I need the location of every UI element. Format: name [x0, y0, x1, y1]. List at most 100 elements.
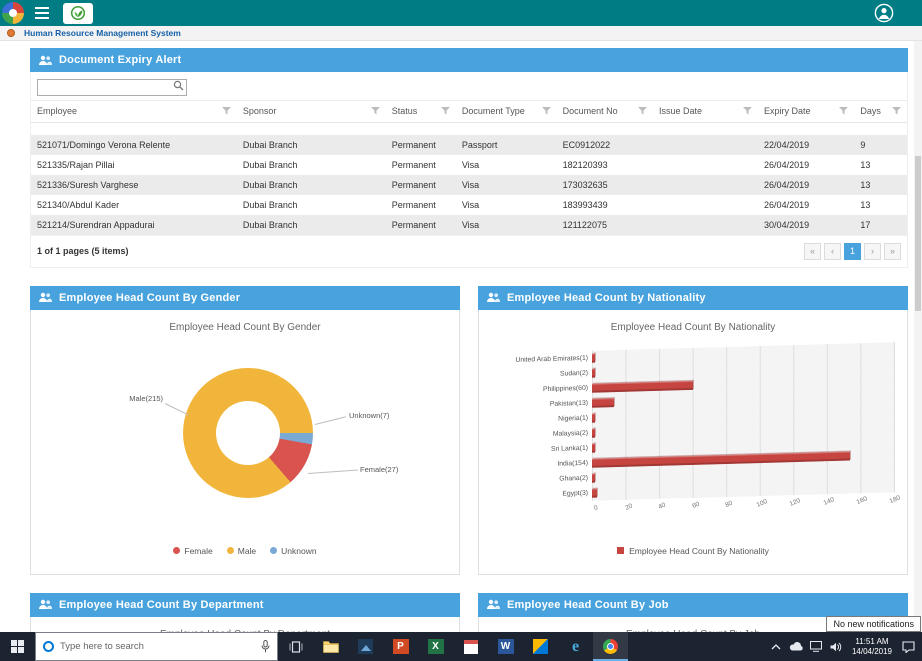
- nationality-legend[interactable]: Employee Head Count By Nationality: [479, 546, 907, 556]
- table-cell: 17: [860, 219, 871, 230]
- windows-logo-icon: [11, 640, 24, 653]
- column-header-issue-date[interactable]: Issue Date: [653, 101, 758, 122]
- bar[interactable]: [592, 488, 598, 498]
- bar[interactable]: [592, 397, 614, 408]
- volume-icon[interactable]: [826, 642, 846, 652]
- bar-category-label: Sudan(2): [560, 369, 588, 378]
- hamburger-menu-icon[interactable]: [35, 4, 57, 22]
- column-header-status[interactable]: Status: [386, 101, 456, 122]
- column-header-sponsor[interactable]: Sponsor: [237, 101, 386, 122]
- table-search-row: [31, 72, 907, 100]
- filter-icon[interactable]: [743, 107, 753, 115]
- table-cell: 26/04/2019: [764, 179, 810, 190]
- pinned-app-icon[interactable]: [523, 632, 558, 661]
- table-row[interactable]: 521071/Domingo Verona Relente Dubai Branc…: [31, 134, 907, 155]
- axis-tick-label: 0: [593, 503, 599, 512]
- bar[interactable]: [592, 428, 596, 438]
- calendar-glyph: [463, 639, 478, 654]
- bar[interactable]: [592, 443, 595, 453]
- pager-first-button[interactable]: «: [804, 242, 821, 260]
- word-glyph: [497, 639, 514, 654]
- column-header-employee[interactable]: Employee: [31, 101, 237, 122]
- pager: « ‹ 1 › »: [801, 242, 901, 260]
- filter-icon[interactable]: [370, 107, 380, 115]
- edge-icon[interactable]: [558, 632, 593, 661]
- column-header-expiry-date[interactable]: Expiry Date: [758, 101, 854, 122]
- windows-taskbar: Type here to search P X W e 11:51 AM 14/…: [0, 632, 922, 661]
- table-search-input[interactable]: [37, 78, 187, 96]
- bar[interactable]: [592, 353, 595, 363]
- column-header-document-type[interactable]: Document Type: [456, 101, 557, 122]
- column-header-document-no[interactable]: Document No: [557, 101, 653, 122]
- table-cell: 22/04/2019: [764, 139, 810, 150]
- gender-chart-title: Employee Head Count By Gender: [169, 321, 321, 333]
- app-title: Human Resource Management System: [24, 28, 181, 38]
- excel-icon[interactable]: [418, 632, 453, 661]
- nationality-panel-header: Employee Head Count by Nationality: [478, 285, 908, 310]
- gender-donut-chart[interactable]: [183, 367, 313, 498]
- onedrive-icon[interactable]: [786, 642, 806, 651]
- pagination-bar: 1 of 1 pages (5 items) « ‹ 1 › »: [31, 234, 907, 267]
- bar[interactable]: [592, 368, 596, 378]
- panel-title: Employee Head Count By Department: [59, 598, 264, 611]
- bar-category-label: United Arab Emirates(1): [515, 354, 588, 364]
- windows-start-button[interactable]: [0, 632, 35, 661]
- clock-date: 14/04/2019: [851, 646, 892, 656]
- people-icon: [38, 55, 52, 66]
- table-filter-row: [31, 122, 907, 135]
- filter-icon[interactable]: [541, 107, 551, 115]
- table-cell: 13: [860, 179, 871, 190]
- photos-app-icon[interactable]: [348, 632, 383, 661]
- table-cell: Visa: [461, 199, 480, 210]
- pie-label-unknown: Unknown(7): [349, 410, 390, 420]
- legend-item-male[interactable]: Male: [226, 546, 256, 556]
- task-view-icon[interactable]: [278, 632, 313, 661]
- pager-last-button[interactable]: »: [884, 242, 901, 260]
- axis-tick-label: 40: [657, 501, 668, 511]
- bar[interactable]: [592, 413, 595, 423]
- legend-item-unknown[interactable]: Unknown: [270, 546, 317, 556]
- people-icon: [38, 292, 52, 303]
- table-cell: Visa: [461, 219, 480, 230]
- chrome-icon[interactable]: [593, 632, 628, 661]
- table-cell: 521214/Surendran Appadurai: [37, 219, 155, 230]
- search-icon[interactable]: [173, 80, 184, 91]
- table-header-row: Employee Sponsor Status Document Type Docume…: [31, 101, 907, 123]
- filter-icon[interactable]: [637, 107, 647, 115]
- filter-icon[interactable]: [221, 107, 231, 115]
- user-profile-icon[interactable]: [873, 3, 894, 24]
- table-cell: 121122075: [562, 219, 607, 230]
- table-row[interactable]: 521335/Rajan Pillai Dubai Branch Permanent…: [31, 155, 907, 175]
- legend-label: Employee Head Count By Nationality: [629, 545, 769, 556]
- table-row[interactable]: 521340/Abdul Kader Dubai Branch Permanent V…: [31, 195, 907, 215]
- pager-prev-button[interactable]: ‹: [824, 242, 841, 260]
- table-cell: Dubai Branch: [242, 159, 298, 170]
- scrollbar-thumb[interactable]: [915, 156, 921, 311]
- action-center-icon[interactable]: [898, 640, 918, 653]
- filter-icon[interactable]: [440, 107, 450, 115]
- filter-icon[interactable]: [839, 107, 849, 115]
- microphone-icon[interactable]: [261, 640, 270, 653]
- table-row[interactable]: 521336/Suresh Varghese Dubai Branch Perman…: [31, 174, 907, 195]
- bar[interactable]: [592, 380, 693, 393]
- column-header-days[interactable]: Days: [854, 101, 907, 122]
- bar[interactable]: [592, 473, 596, 483]
- table-cell: 173032635: [562, 179, 608, 190]
- calendar-icon[interactable]: [453, 632, 488, 661]
- filter-icon[interactable]: [891, 107, 901, 115]
- table-row[interactable]: 521214/Surendran Appadurai Dubai Branch Pe…: [31, 214, 907, 235]
- page-scrollbar[interactable]: [914, 41, 922, 632]
- taskbar-clock[interactable]: 11:51 AM 14/04/2019: [846, 637, 898, 657]
- legend-item-female[interactable]: Female: [173, 546, 213, 556]
- file-explorer-icon[interactable]: [313, 632, 348, 661]
- pager-page-1-button[interactable]: 1: [844, 242, 861, 260]
- powerpoint-icon[interactable]: [383, 632, 418, 661]
- taskbar-search-box[interactable]: Type here to search: [35, 632, 278, 661]
- photos-glyph: [358, 639, 373, 654]
- column-label: Status: [391, 106, 418, 116]
- panel-title: Employee Head Count By Gender: [59, 291, 241, 304]
- pager-next-button[interactable]: ›: [864, 242, 881, 260]
- chevron-up-icon[interactable]: [766, 643, 786, 650]
- display-icon[interactable]: [806, 641, 826, 652]
- word-icon[interactable]: [488, 632, 523, 661]
